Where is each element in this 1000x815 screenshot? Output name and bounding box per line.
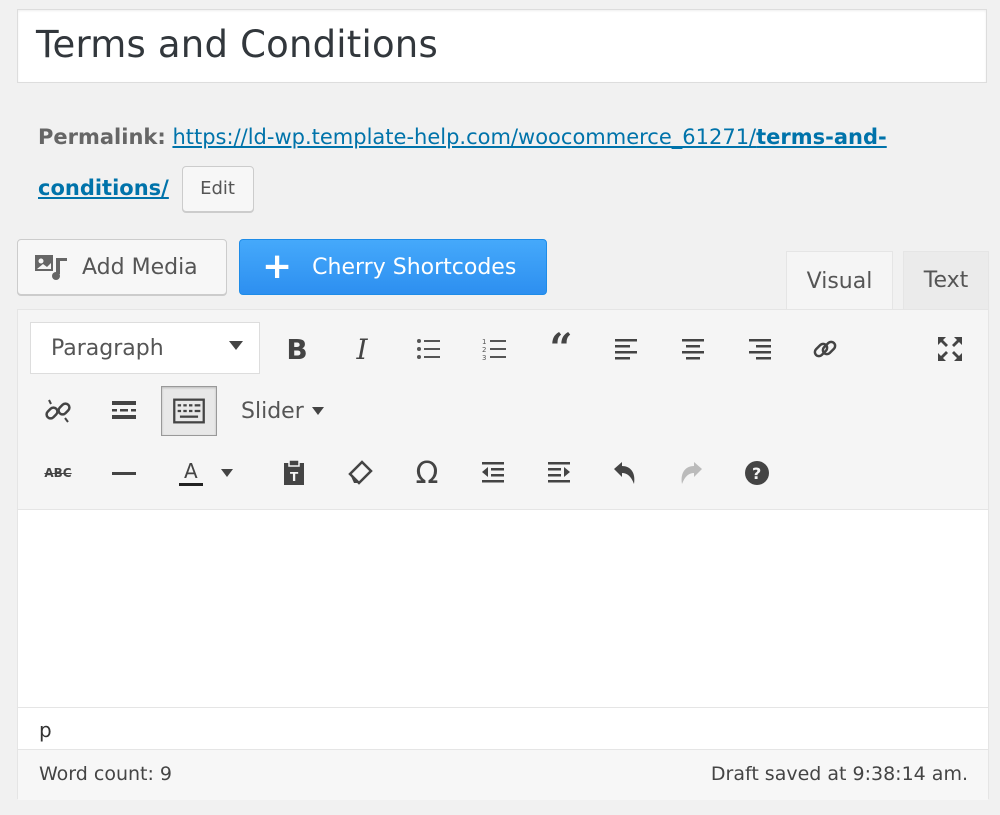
indent-icon <box>548 462 570 483</box>
svg-text:?: ? <box>752 464 761 483</box>
media-icon <box>35 255 67 280</box>
svg-text:1: 1 <box>482 338 486 346</box>
align-left-icon <box>615 339 637 360</box>
word-count: Word count: 9 <box>39 763 173 785</box>
permalink-row: Permalink: https://ld-wp.template-help.c… <box>38 112 978 214</box>
insert-link-button[interactable] <box>802 326 848 372</box>
paste-as-text-button[interactable]: T <box>271 450 317 496</box>
read-more-icon <box>112 401 136 419</box>
omega-icon: Ω <box>415 455 439 491</box>
blockquote-button[interactable]: “ <box>538 326 584 372</box>
draft-saved-status: Draft saved at 9:38:14 am. <box>710 763 968 785</box>
editor-container: Paragraph B I 123 “ Slider ABC A T Ω ? p… <box>17 309 989 800</box>
fullscreen-icon <box>938 337 962 361</box>
bold-icon: B <box>286 332 308 366</box>
eraser-icon <box>348 460 373 485</box>
outdent-button[interactable] <box>470 450 516 496</box>
indent-button[interactable] <box>536 450 582 496</box>
text-color-icon: A <box>179 459 203 486</box>
horizontal-line-icon <box>112 472 136 475</box>
link-icon <box>813 340 837 358</box>
quote-icon: “ <box>549 325 573 372</box>
editor-toolbar: Paragraph B I 123 “ Slider ABC A T Ω ? <box>18 310 988 510</box>
special-character-button[interactable]: Ω <box>404 450 450 496</box>
editor-content-area[interactable] <box>18 510 988 707</box>
strikethrough-icon: ABC <box>44 466 72 480</box>
redo-icon <box>681 462 702 484</box>
slider-label: Slider <box>241 398 304 424</box>
paste-text-icon: T <box>284 459 304 485</box>
redo-button[interactable] <box>668 450 714 496</box>
italic-icon: I <box>356 332 368 366</box>
format-select[interactable]: Paragraph <box>30 322 260 374</box>
help-button[interactable]: ? <box>734 450 780 496</box>
unlink-icon <box>45 399 71 423</box>
align-right-icon <box>749 339 771 360</box>
element-path-bar: p <box>18 707 988 750</box>
svg-text:3: 3 <box>482 354 486 362</box>
horizontal-line-button[interactable] <box>101 450 147 496</box>
post-title-text: Terms and Conditions <box>36 23 438 66</box>
add-media-button[interactable]: Add Media <box>17 239 227 295</box>
help-icon: ? <box>745 461 769 485</box>
permalink-url-prefix: https://ld-wp.template-help.com/woocomme… <box>172 125 757 149</box>
svg-text:A: A <box>184 459 198 483</box>
tab-text[interactable]: Text <box>903 251 989 310</box>
element-path[interactable]: p <box>39 718 52 742</box>
permalink-label: Permalink: <box>38 125 166 149</box>
chevron-down-icon <box>221 469 233 477</box>
svg-text:T: T <box>290 470 299 484</box>
post-title-input[interactable]: Terms and Conditions <box>17 9 987 83</box>
unlink-button[interactable] <box>35 388 81 434</box>
plus-icon: + <box>262 246 293 287</box>
numbered-list-icon: 123 <box>482 338 506 362</box>
svg-text:2: 2 <box>482 346 486 354</box>
strikethrough-button[interactable]: ABC <box>35 450 81 496</box>
italic-button[interactable]: I <box>339 326 385 372</box>
cherry-shortcodes-button[interactable]: + Cherry Shortcodes <box>239 239 547 295</box>
slider-dropdown[interactable]: Slider <box>241 388 324 434</box>
clear-formatting-button[interactable] <box>337 450 383 496</box>
bullet-list-icon <box>417 339 440 359</box>
permalink-link[interactable]: https://ld-wp.template-help.com/woocomme… <box>38 125 887 200</box>
text-color-button[interactable]: A <box>168 450 214 496</box>
add-media-label: Add Media <box>82 254 198 280</box>
align-left-button[interactable] <box>604 326 650 372</box>
permalink-edit-button[interactable]: Edit <box>181 166 254 212</box>
fullscreen-button[interactable] <box>927 326 973 372</box>
cherry-shortcodes-label: Cherry Shortcodes <box>312 254 517 280</box>
text-color-dropdown[interactable] <box>214 450 240 496</box>
align-center-icon <box>682 339 704 360</box>
toolbar-toggle-button[interactable] <box>161 386 217 436</box>
undo-button[interactable] <box>602 450 648 496</box>
align-right-button[interactable] <box>736 326 782 372</box>
outdent-icon <box>482 462 504 483</box>
read-more-button[interactable] <box>101 388 147 434</box>
bold-button[interactable]: B <box>274 326 320 372</box>
keyboard-icon <box>173 398 205 424</box>
format-select-value: Paragraph <box>51 335 164 361</box>
editor-status-bar: Word count: 9 Draft saved at 9:38:14 am. <box>18 749 988 800</box>
undo-icon <box>614 462 635 484</box>
bullet-list-button[interactable] <box>406 326 452 372</box>
align-center-button[interactable] <box>670 326 716 372</box>
numbered-list-button[interactable]: 123 <box>472 326 518 372</box>
tab-visual[interactable]: Visual <box>786 251 893 310</box>
chevron-down-icon <box>311 407 324 415</box>
chevron-down-icon <box>229 341 243 350</box>
